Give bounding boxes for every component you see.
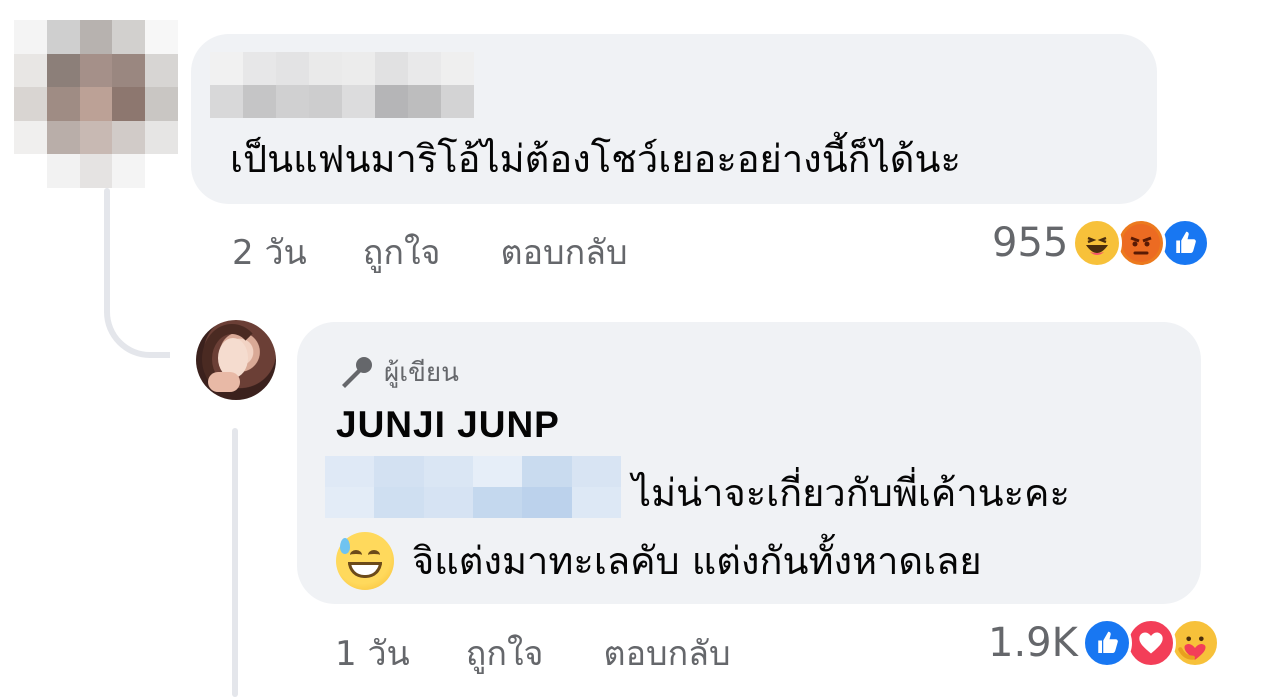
author-avatar[interactable] [196, 320, 276, 400]
reply-text-line2: จิแต่งมาทะเลคับ แต่งกันทั้งหาดเลย [412, 539, 982, 583]
like-icon [1160, 218, 1211, 268]
reaction-summary[interactable]: 955 [992, 218, 1211, 268]
thread-connector [104, 290, 170, 358]
reaction-count: 955 [992, 220, 1069, 266]
comment-thread: เป็นแฟนมาริโอ้ไม่ต้องโชว์เยอะอย่างนี้ก็ไ… [0, 0, 1280, 697]
reply-text-line1: ไม่น่าจะเกี่ยวกับพี่เค้านะคะ [632, 471, 1070, 515]
reply-button[interactable]: ตอบกลับ [500, 225, 627, 279]
comment-timestamp[interactable]: 2 วัน [232, 225, 307, 279]
author-name[interactable]: JUNJI JUNP [336, 404, 560, 446]
reply-reaction-summary[interactable]: 1.9K [988, 618, 1220, 668]
like-button[interactable]: ถูกใจ [363, 225, 441, 279]
love-icon [1125, 618, 1176, 668]
reaction-count: 1.9K [988, 620, 1078, 666]
commenter-avatar-pixelated[interactable] [14, 20, 178, 188]
like-button[interactable]: ถูกใจ [466, 626, 544, 680]
reply-text-line2-row: จิแต่งมาทะเลคับ แต่งกันทั้งหาดเลย [336, 530, 982, 591]
care-icon [1169, 618, 1220, 668]
sweat-smile-emoji [336, 531, 394, 590]
comment-actions: 2 วัน ถูกใจ ตอบกลับ [232, 225, 684, 279]
author-badge-label: ผู้เขียน [384, 358, 459, 388]
reply-button[interactable]: ตอบกลับ [603, 626, 730, 680]
commenter-name-blurred[interactable] [210, 52, 474, 118]
microphone-icon [342, 356, 372, 388]
thread-line-reply [232, 428, 238, 697]
haha-icon [1072, 218, 1123, 268]
reply-timestamp[interactable]: 1 วัน [335, 626, 410, 680]
author-badge: ผู้เขียน [336, 352, 459, 393]
angry-icon [1116, 218, 1167, 268]
like-icon [1081, 618, 1132, 668]
reply-actions: 1 วัน ถูกใจ ตอบกลับ [335, 626, 787, 680]
tagged-name-blurred[interactable] [325, 456, 621, 518]
comment-text: เป็นแฟนมาริโอ้ไม่ต้องโชว์เยอะอย่างนี้ก็ไ… [230, 137, 961, 181]
